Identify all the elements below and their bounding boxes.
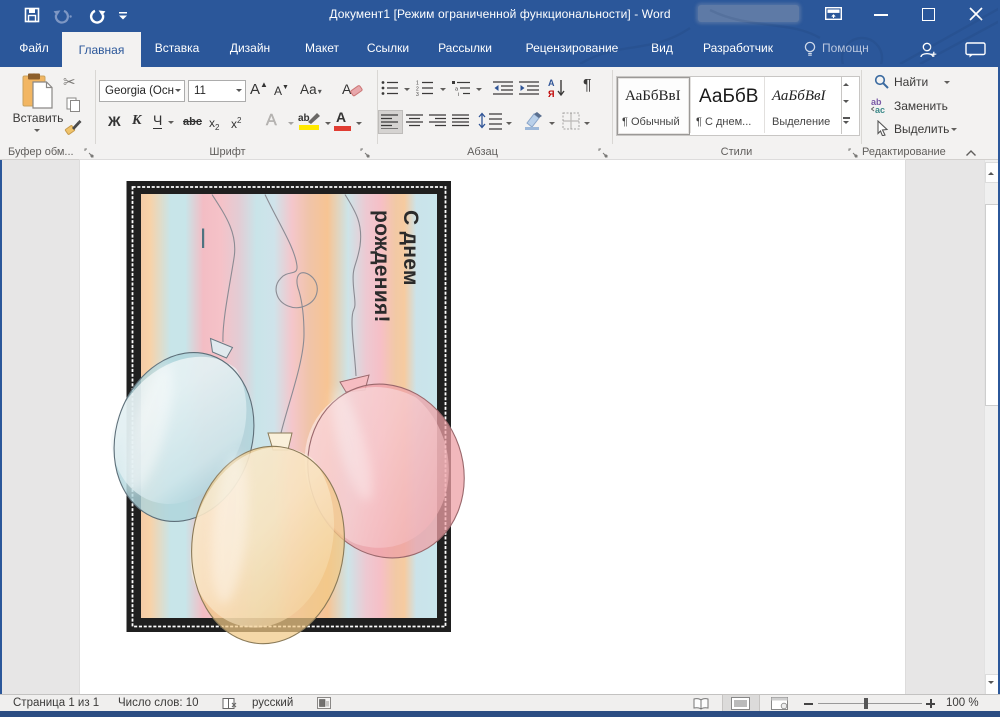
svg-text:А: А [548,78,555,88]
svg-text:рождения!: рождения! [370,210,393,323]
svg-text:ab: ab [298,113,310,124]
svg-text:С днем: С днем [399,210,422,286]
svg-text:3: 3 [416,92,419,96]
svg-text:ac: ac [875,105,885,114]
svg-text:i: i [458,92,459,96]
svg-text:Я: Я [548,89,554,98]
svg-text:А: А [342,81,352,97]
